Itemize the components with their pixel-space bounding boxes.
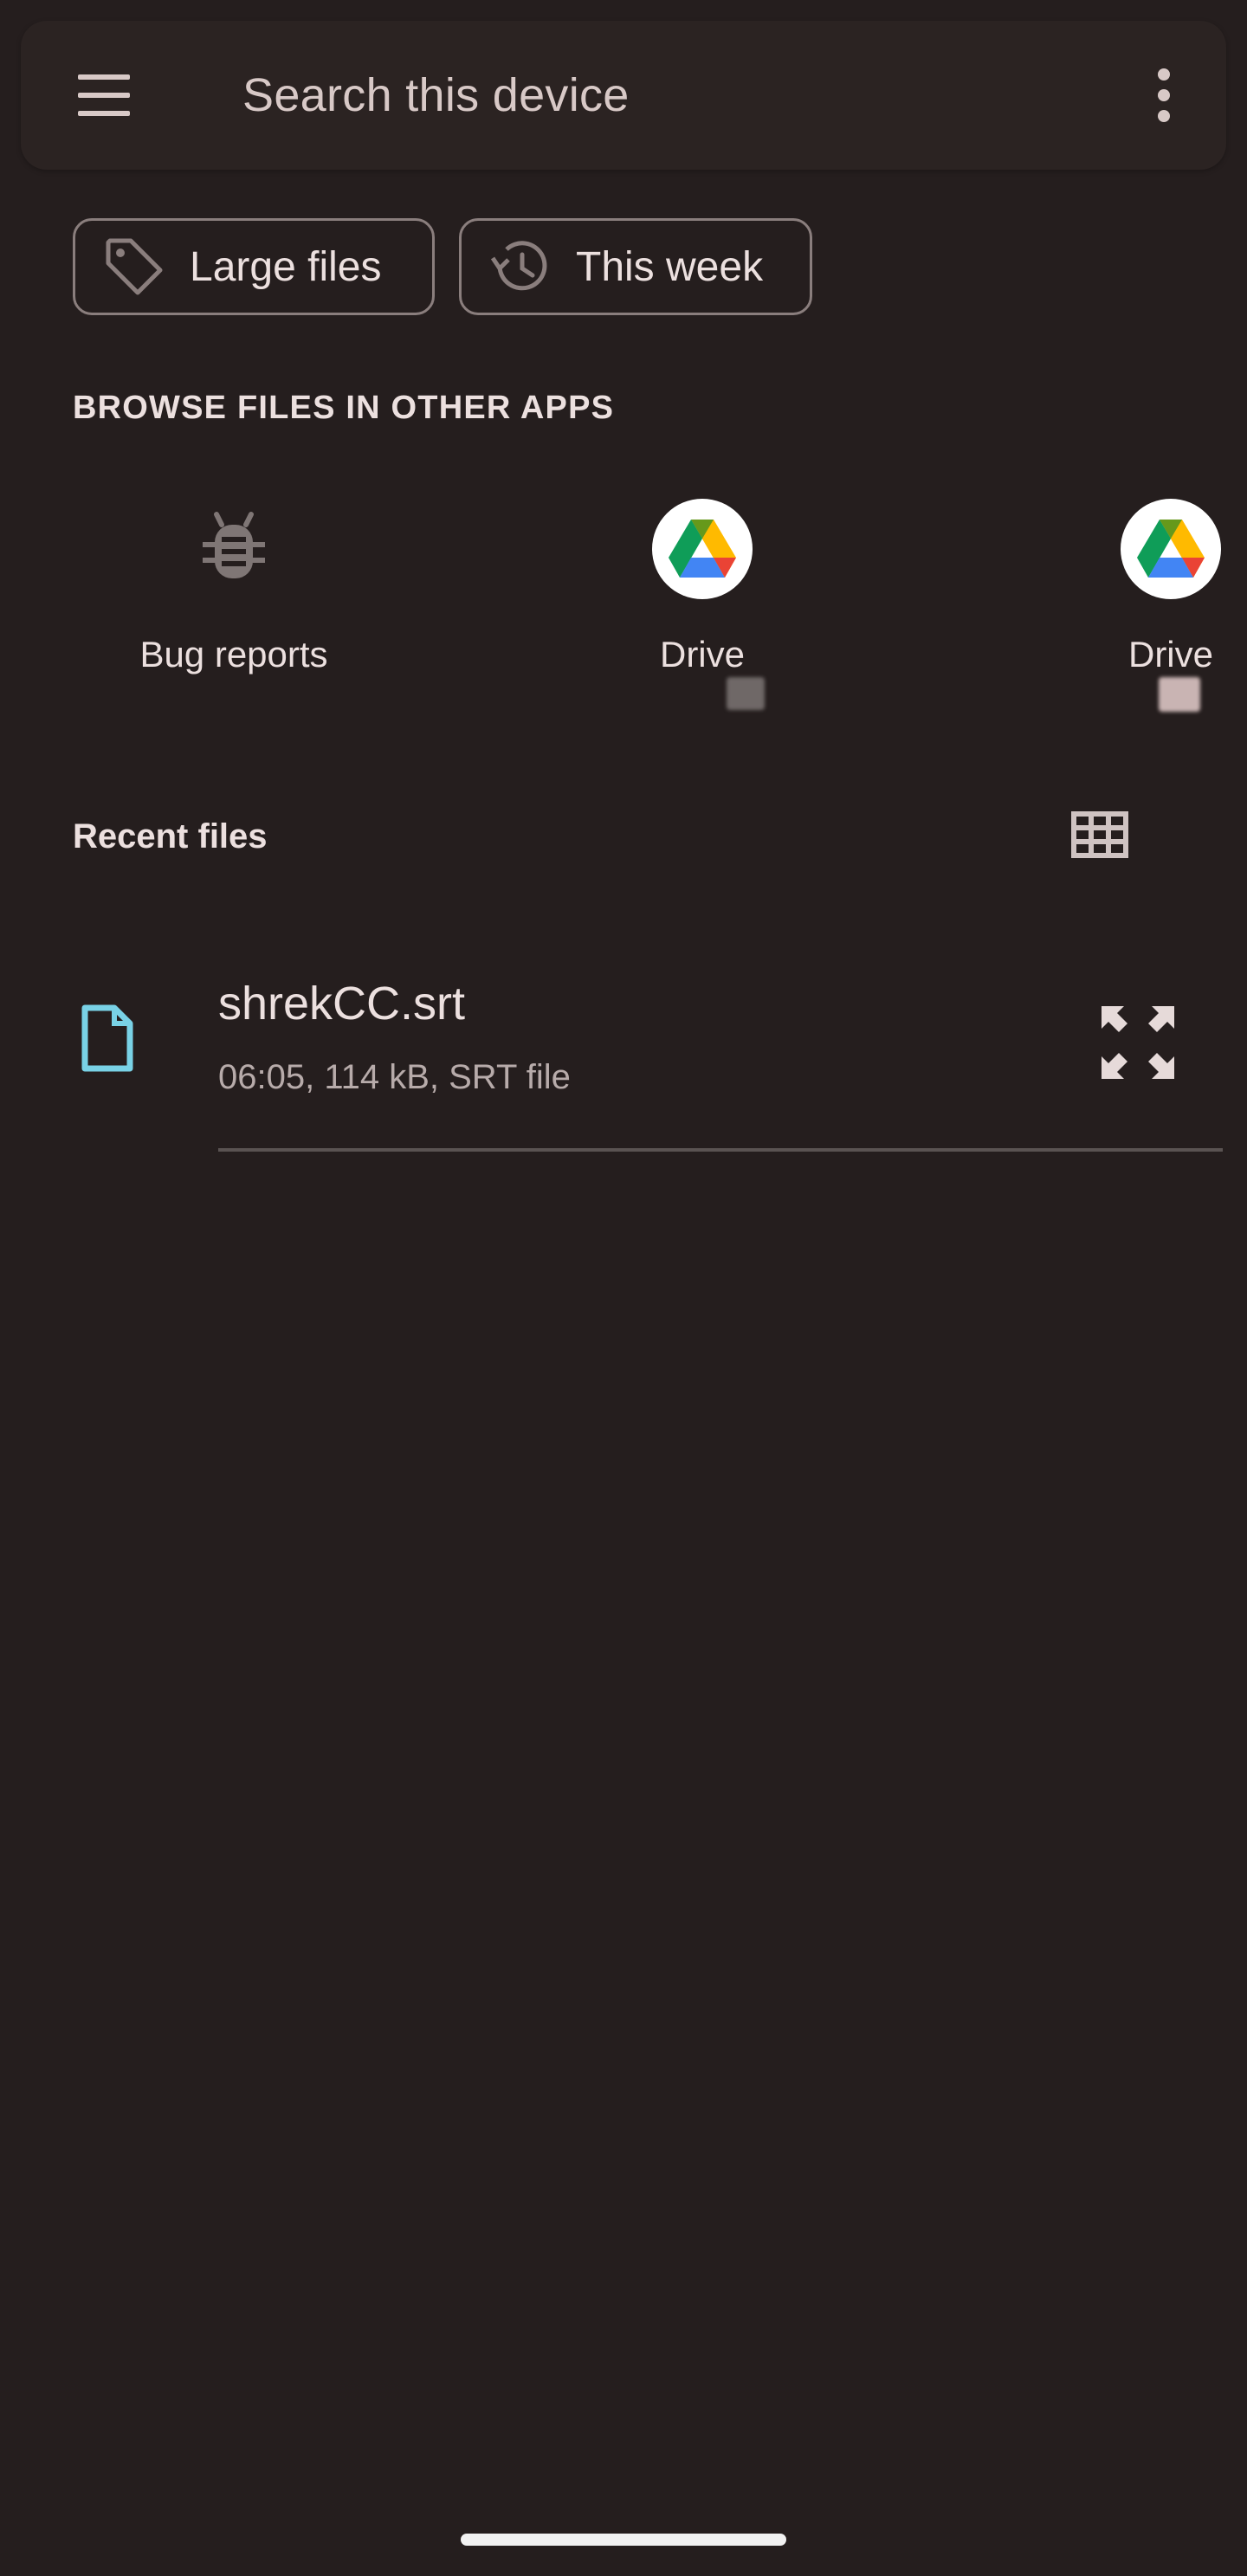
recent-files-title: Recent files xyxy=(73,817,268,855)
account-badge xyxy=(1159,677,1200,712)
history-icon xyxy=(486,232,555,301)
file-list-item[interactable]: shrekCC.srt 06:05, 114 kB, SRT file xyxy=(0,952,1247,1152)
browse-section-title: BROWSE FILES IN OTHER APPS xyxy=(73,390,615,426)
file-name: shrekCC.srt xyxy=(218,978,466,1030)
chip-label: Large files xyxy=(190,243,382,290)
this-week-chip[interactable]: This week xyxy=(459,218,812,315)
tag-icon xyxy=(100,232,169,301)
app-drive[interactable]: Drive xyxy=(572,499,832,724)
more-options-icon[interactable] xyxy=(1138,62,1190,128)
large-files-chip[interactable]: Large files xyxy=(73,218,435,315)
app-label: Drive xyxy=(659,634,745,675)
files-app-screen: Search this device Large files This week… xyxy=(0,0,1247,2576)
google-drive-icon xyxy=(652,499,753,599)
app-label: Drive xyxy=(1127,634,1213,675)
app-bug-reports[interactable]: Bug reports xyxy=(104,499,364,724)
account-badge xyxy=(727,677,765,710)
app-drive[interactable]: Drive xyxy=(1041,499,1247,724)
app-label: Bug reports xyxy=(139,634,328,675)
search-input[interactable]: Search this device xyxy=(242,66,630,125)
file-meta: 06:05, 114 kB, SRT file xyxy=(218,1058,571,1096)
google-drive-icon xyxy=(1121,499,1221,599)
home-indicator[interactable] xyxy=(461,2534,786,2546)
expand-preview-icon[interactable] xyxy=(1096,1001,1179,1084)
divider xyxy=(218,1148,1223,1152)
file-icon xyxy=(80,1004,135,1076)
grid-view-icon[interactable] xyxy=(1070,810,1136,866)
bug-icon xyxy=(184,499,284,599)
search-bar[interactable]: Search this device xyxy=(21,21,1226,170)
menu-icon[interactable] xyxy=(73,66,135,125)
chip-label: This week xyxy=(576,243,764,290)
